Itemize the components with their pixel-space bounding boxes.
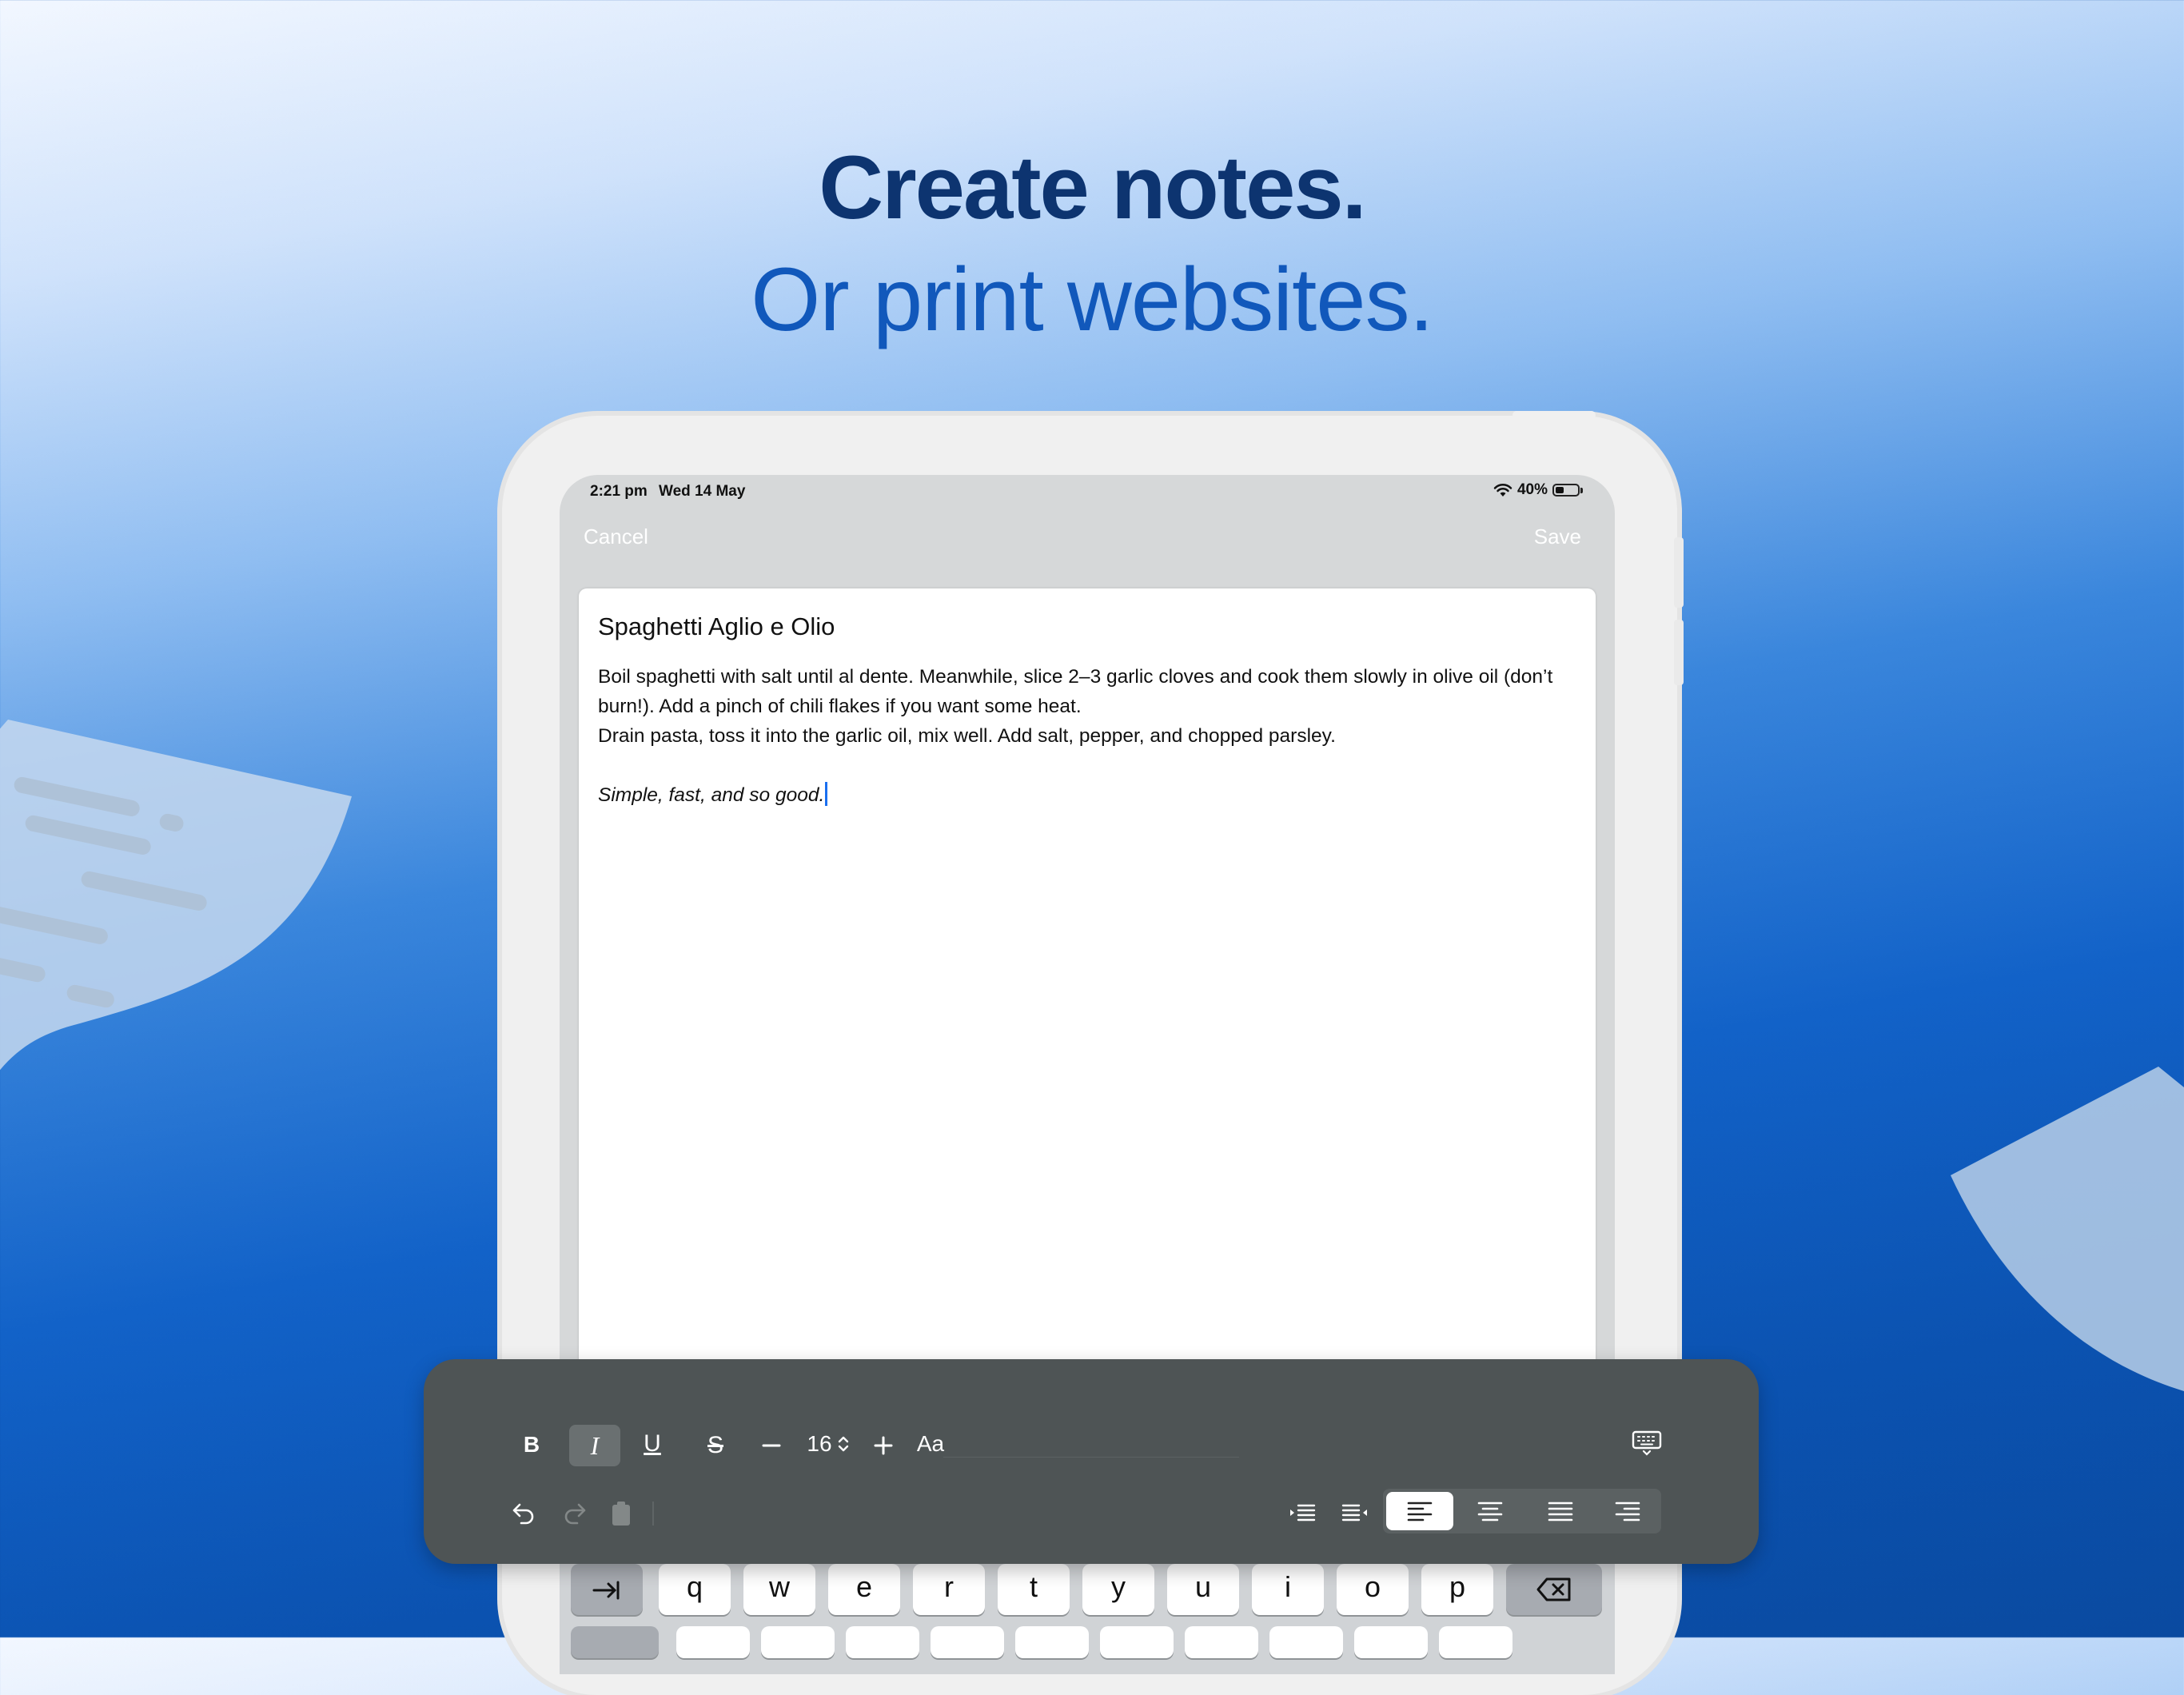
status-bar: 2:21 pm Wed 14 May 40% bbox=[560, 475, 1615, 508]
keyboard-key-partial[interactable] bbox=[1015, 1626, 1089, 1658]
status-date: Wed 14 May bbox=[659, 483, 746, 500]
increase-indent-button[interactable] bbox=[1282, 1494, 1322, 1533]
keyboard-key-partial[interactable] bbox=[1100, 1626, 1174, 1658]
tab-icon bbox=[592, 1581, 620, 1600]
bold-button[interactable]: B bbox=[518, 1425, 545, 1465]
alignment-segmented-control bbox=[1383, 1489, 1661, 1533]
indent-decrease-icon bbox=[1341, 1504, 1367, 1522]
keyboard-key-partial[interactable] bbox=[1439, 1626, 1512, 1658]
redo-icon bbox=[564, 1503, 586, 1525]
text-cursor bbox=[825, 782, 828, 806]
align-center-button[interactable] bbox=[1457, 1492, 1524, 1530]
tab-key[interactable] bbox=[571, 1564, 643, 1615]
device-volume-up-button bbox=[1674, 537, 1684, 608]
align-right-button[interactable] bbox=[1594, 1492, 1661, 1530]
paper-sheet-decoration-left bbox=[0, 720, 352, 1071]
keyboard-key-partial[interactable] bbox=[1269, 1626, 1343, 1658]
align-left-button[interactable] bbox=[1386, 1492, 1453, 1530]
undo-icon bbox=[512, 1503, 534, 1525]
key-y[interactable]: y bbox=[1082, 1564, 1154, 1615]
cancel-button[interactable]: Cancel bbox=[584, 524, 648, 549]
keyboard-key-partial[interactable] bbox=[571, 1626, 659, 1658]
paste-icon bbox=[612, 1502, 630, 1526]
align-justify-icon bbox=[1548, 1502, 1573, 1522]
status-indicators: 40% bbox=[1493, 481, 1583, 499]
key-e[interactable]: e bbox=[828, 1564, 900, 1615]
undo-button[interactable] bbox=[504, 1494, 544, 1533]
underline-button[interactable]: U bbox=[636, 1423, 668, 1465]
device-top-button bbox=[1512, 411, 1596, 419]
font-size-stepper[interactable]: 16 bbox=[796, 1423, 860, 1465]
note-closing-text: Simple, fast, and so good. bbox=[598, 784, 825, 806]
increase-font-size-button[interactable] bbox=[863, 1425, 903, 1466]
stepper-icon bbox=[838, 1436, 848, 1452]
align-center-icon bbox=[1477, 1502, 1503, 1522]
wifi-icon bbox=[1493, 484, 1512, 497]
delete-key[interactable] bbox=[1506, 1564, 1602, 1615]
key-r[interactable]: r bbox=[913, 1564, 985, 1615]
key-q[interactable]: q bbox=[659, 1564, 731, 1615]
paste-button[interactable] bbox=[601, 1494, 641, 1533]
keyboard-key-partial[interactable] bbox=[676, 1626, 750, 1658]
dismiss-keyboard-button[interactable] bbox=[1626, 1423, 1668, 1463]
key-o[interactable]: o bbox=[1337, 1564, 1409, 1615]
battery-percentage: 40% bbox=[1516, 481, 1548, 498]
keyboard-key-partial[interactable] bbox=[1354, 1626, 1428, 1658]
align-right-icon bbox=[1615, 1502, 1640, 1522]
note-body[interactable]: Boil spaghetti with salt until al dente.… bbox=[598, 662, 1573, 810]
note-title[interactable]: Spaghetti Aglio e Olio bbox=[598, 612, 835, 641]
note-closing-line: Simple, fast, and so good. bbox=[598, 780, 1573, 810]
battery-tip bbox=[1580, 487, 1583, 493]
device-volume-down-button bbox=[1674, 620, 1684, 685]
font-size-value: 16 bbox=[807, 1431, 832, 1456]
indent-increase-icon bbox=[1290, 1504, 1316, 1522]
hero-subtitle: Or print websites. bbox=[751, 249, 1433, 349]
status-time: 2:21 pm bbox=[590, 483, 648, 500]
minus-icon bbox=[762, 1444, 781, 1447]
italic-button[interactable]: I bbox=[569, 1425, 620, 1466]
keyboard-key-partial[interactable] bbox=[1185, 1626, 1258, 1658]
formatting-toolbar: B I U S 16 Aa bbox=[424, 1359, 1759, 1564]
plus-icon bbox=[874, 1436, 893, 1455]
keyboard-icon bbox=[1632, 1430, 1662, 1456]
align-left-icon bbox=[1407, 1502, 1433, 1522]
key-t[interactable]: t bbox=[998, 1564, 1070, 1615]
align-justify-button[interactable] bbox=[1527, 1492, 1594, 1530]
battery-level-fill bbox=[1556, 487, 1564, 493]
note-paragraph: Boil spaghetti with salt until al dente.… bbox=[598, 666, 1553, 717]
key-p[interactable]: p bbox=[1421, 1564, 1493, 1615]
toolbar-divider bbox=[943, 1457, 1239, 1458]
keyboard-key-partial[interactable] bbox=[931, 1626, 1004, 1658]
decrease-indent-button[interactable] bbox=[1335, 1494, 1375, 1533]
key-w[interactable]: w bbox=[743, 1564, 815, 1615]
keyboard-key-partial[interactable] bbox=[761, 1626, 835, 1658]
decrease-font-size-button[interactable] bbox=[751, 1425, 791, 1466]
battery-icon bbox=[1552, 484, 1580, 497]
save-button[interactable]: Save bbox=[1534, 524, 1581, 549]
font-picker-button[interactable]: Aa bbox=[907, 1423, 955, 1465]
keyboard-key-partial[interactable] bbox=[846, 1626, 919, 1658]
redo-button[interactable] bbox=[555, 1494, 595, 1533]
hero-title: Create notes. bbox=[819, 138, 1367, 237]
delete-icon bbox=[1536, 1577, 1571, 1601]
strikethrough-button[interactable]: S bbox=[699, 1425, 731, 1466]
key-u[interactable]: u bbox=[1167, 1564, 1239, 1615]
key-i[interactable]: i bbox=[1252, 1564, 1324, 1615]
note-paragraph: Drain pasta, toss it into the garlic oil… bbox=[598, 725, 1336, 747]
paper-sheet-decoration-right bbox=[1951, 1067, 2184, 1391]
toolbar-separator bbox=[652, 1502, 654, 1526]
